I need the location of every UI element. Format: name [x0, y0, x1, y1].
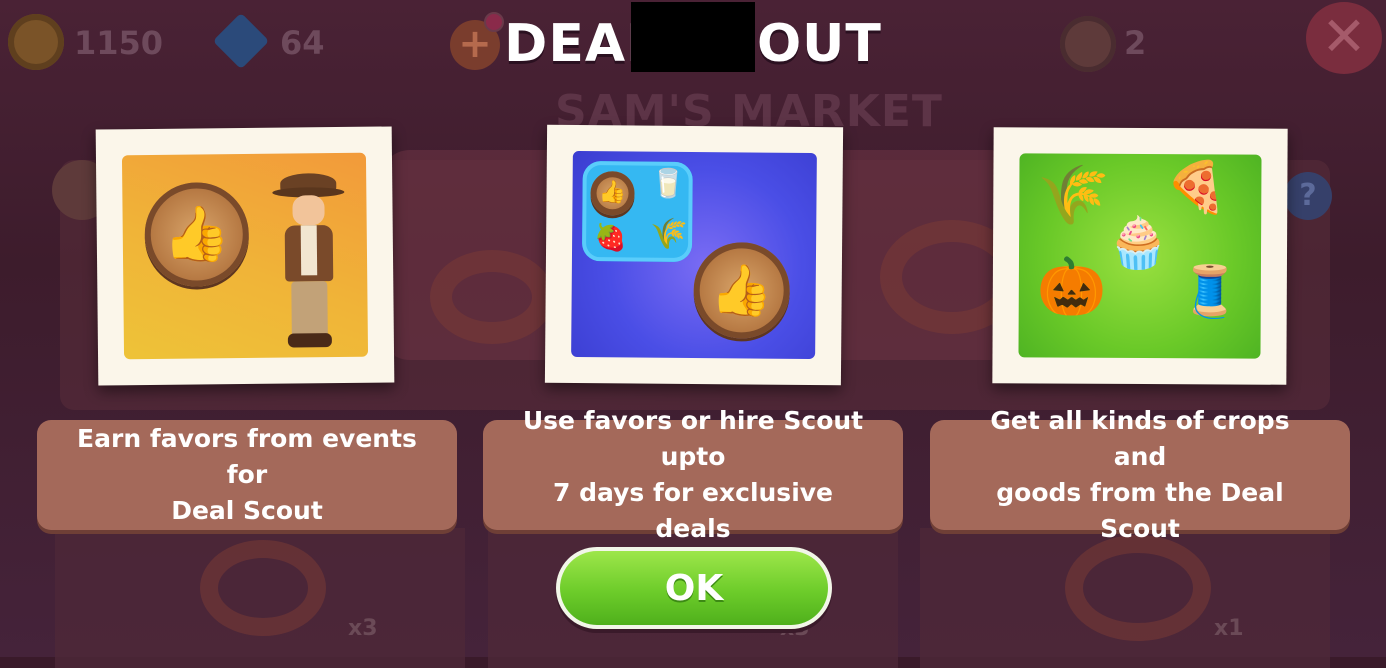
- feature-panel-goods: 🌾 🍕 🧁 🎃 🧵: [992, 127, 1288, 385]
- wheat-icon: 🌾: [1037, 160, 1110, 229]
- pumpkin-icon: 🎃: [1036, 254, 1107, 320]
- background-item-count: x3: [348, 616, 378, 641]
- feature-panel-earn-favors: 👍: [95, 126, 395, 386]
- panel-illustration: 👍: [121, 152, 369, 360]
- description-card: Earn favors from events for Deal Scout: [37, 420, 457, 530]
- background-goods: [430, 250, 554, 344]
- thread-spool-icon: 🧵: [1178, 262, 1242, 321]
- redaction-bar: [631, 2, 755, 72]
- help-icon[interactable]: ?: [1284, 172, 1332, 220]
- favor-coin-icon: 👍: [144, 181, 250, 288]
- ok-button-label: OK: [560, 551, 828, 625]
- background-goods: [200, 540, 326, 636]
- cupcake-icon: 🧁: [1106, 213, 1170, 273]
- milk-icon: 🥛: [650, 166, 686, 200]
- strawberry-icon: 🍓: [594, 223, 627, 254]
- feature-panel-hire-scout: 👍 🥛 🍓 🌾 👍: [544, 124, 844, 386]
- favor-coin-icon: 👍: [590, 171, 635, 216]
- background-item-count: x1: [1214, 616, 1244, 641]
- description-text: Earn favors from events for Deal Scout: [77, 424, 417, 525]
- description-card: Get all kinds of crops and goods from th…: [930, 406, 1350, 543]
- scout-character-icon: [272, 173, 346, 350]
- wheat-icon: 🌾: [650, 216, 688, 252]
- panel-illustration: 👍 🥛 🍓 🌾 👍: [571, 150, 817, 360]
- description-card: Use favors or hire Scout upto 7 days for…: [483, 406, 903, 543]
- description-text: Use favors or hire Scout upto 7 days for…: [522, 406, 864, 543]
- favor-coin-icon: 👍: [693, 242, 791, 339]
- description-text: Get all kinds of crops and goods from th…: [990, 406, 1290, 543]
- ok-button[interactable]: OK: [556, 547, 832, 629]
- panel-illustration: 🌾 🍕 🧁 🎃 🧵: [1018, 153, 1262, 359]
- pizza-icon: 🍕: [1165, 158, 1228, 217]
- background-goods: [1065, 535, 1211, 641]
- trade-card-icon: 👍 🥛 🍓 🌾: [581, 161, 693, 262]
